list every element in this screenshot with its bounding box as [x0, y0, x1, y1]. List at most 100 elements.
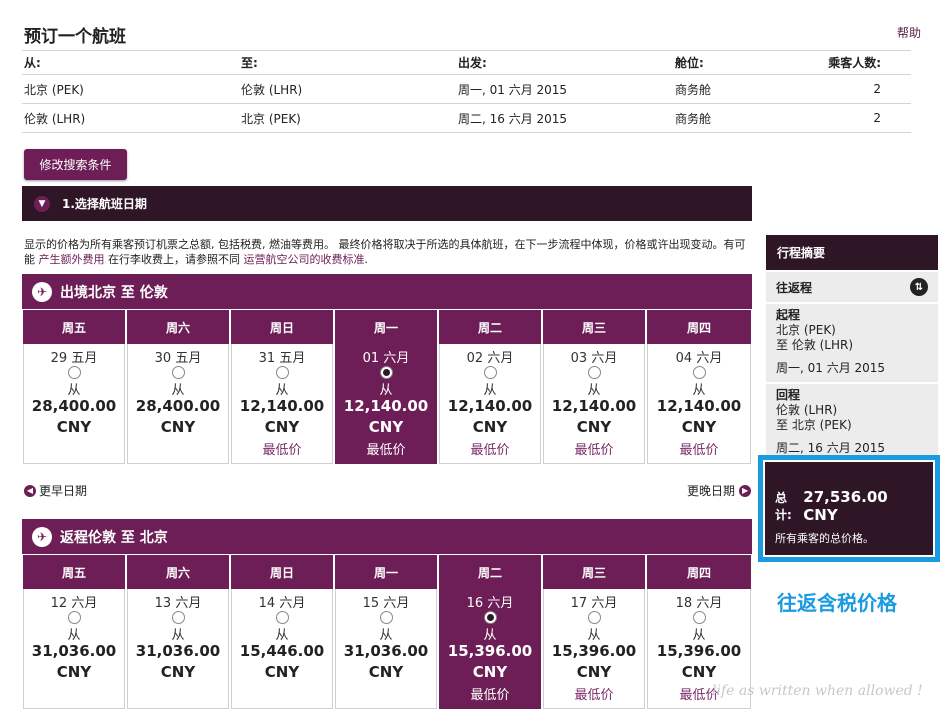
date-option[interactable]: 16 六月从 15,396.00 CNY 最低价: [439, 589, 541, 709]
date-label: 01 六月: [362, 351, 410, 366]
radio-button[interactable]: [587, 366, 601, 379]
date-option[interactable]: 17 六月从 15,396.00 CNY 最低价: [543, 589, 645, 709]
from-label: 从: [275, 628, 289, 643]
radio-button[interactable]: [692, 366, 706, 379]
radio-button[interactable]: [379, 366, 393, 379]
earlier-dates-link[interactable]: ◀ 更早日期: [24, 482, 87, 499]
help-link[interactable]: 帮助: [897, 24, 921, 41]
price-value: 12,140.00: [239, 397, 325, 415]
day-of-week: 周二: [439, 555, 541, 589]
date-option[interactable]: 15 六月从 31,036.00 CNY: [335, 589, 437, 709]
date-option[interactable]: 04 六月从 12,140.00 CNY 最低价: [647, 344, 751, 464]
date-option[interactable]: 29 五月从 28,400.00 CNY: [23, 344, 125, 464]
date-option[interactable]: 14 六月从 15,446.00 CNY: [231, 589, 333, 709]
search-header-row: 从: 至: 出发: 舱位: 乘客人数:: [22, 50, 911, 75]
radio-button[interactable]: [275, 366, 289, 379]
currency-label: CNY: [576, 663, 612, 681]
lowest-price-badge: 最低价: [574, 688, 614, 703]
cell-from: 北京 (PEK): [22, 74, 239, 104]
watermark: life as written when allowed !: [712, 683, 923, 699]
date-column: 周一 01 六月从 12,140.00 CNY 最低价: [335, 310, 439, 464]
day-of-week: 周四: [647, 555, 751, 589]
total-highlight-frame: 总计: 27,536.00 CNY 所有乘客的总价格。: [758, 455, 940, 562]
date-label: 12 六月: [50, 596, 98, 611]
date-column: 周一 15 六月从 31,036.00 CNY: [335, 555, 439, 709]
date-label: 29 五月: [50, 351, 98, 366]
modify-search-button[interactable]: 修改搜索条件: [24, 149, 127, 180]
total-note: 所有乘客的总价格。: [775, 532, 874, 545]
price-value: 31,036.00: [31, 642, 117, 660]
earlier-dates-label: 更早日期: [39, 484, 88, 498]
leg-from: 北京 (PEK): [776, 323, 836, 337]
price-value: 28,400.00: [135, 397, 221, 415]
radio-button[interactable]: [379, 611, 393, 624]
radio-button[interactable]: [483, 366, 497, 379]
price-value: 12,140.00: [343, 397, 429, 415]
price-value: 15,396.00: [447, 642, 533, 660]
cell-depart: 周二, 16 六月 2015: [456, 103, 673, 133]
header-passengers: 乘客人数:: [793, 50, 911, 75]
chevron-down-icon: ▼: [34, 195, 50, 212]
lowest-price-badge: 最低价: [470, 443, 510, 458]
radio-button[interactable]: [275, 611, 289, 624]
lowest-price-badge: [24, 684, 124, 702]
radio-button[interactable]: [692, 611, 706, 624]
radio-button[interactable]: [587, 611, 601, 624]
cell-depart: 周一, 01 六月 2015: [456, 74, 673, 104]
inbound-date-grid: 周五 12 六月从 31,036.00 CNY 周六 13 六月从 31,036.00 CNY…: [23, 555, 752, 709]
price-value: 31,036.00: [135, 642, 221, 660]
date-column: 周四 04 六月从 12,140.00 CNY 最低价: [647, 310, 751, 464]
lowest-price-badge: [232, 684, 332, 702]
date-label: 03 六月: [570, 351, 618, 366]
radio-button[interactable]: [483, 611, 497, 624]
currency-label: CNY: [368, 663, 404, 681]
leg-date: 周二, 16 六月 2015: [776, 441, 886, 455]
radio-button[interactable]: [67, 366, 81, 379]
header-to: 至:: [239, 50, 456, 75]
currency-label: CNY: [681, 663, 717, 681]
date-column: 周六 13 六月从 31,036.00 CNY: [127, 555, 231, 709]
total-value: 27,536.00 CNY: [803, 488, 888, 524]
radio-button[interactable]: [171, 366, 185, 379]
price-value: 31,036.00: [343, 642, 429, 660]
leg-to: 至 北京 (PEK): [776, 418, 852, 432]
lowest-price-badge: 最低价: [679, 443, 719, 458]
currency-label: CNY: [472, 663, 508, 681]
date-label: 04 六月: [675, 351, 723, 366]
page-title: 预订一个航班: [24, 27, 126, 47]
later-dates-label: 更晚日期: [687, 484, 736, 498]
currency-label: CNY: [576, 418, 612, 436]
from-label: 从: [587, 383, 601, 398]
date-option[interactable]: 30 五月从 28,400.00 CNY: [127, 344, 229, 464]
itinerary-summary: 行程摘要 往返程 ⇅ 起程 北京 (PEK) 至 伦敦 (LHR) 周一, 01…: [766, 235, 938, 464]
date-option[interactable]: 01 六月从 12,140.00 CNY 最低价: [335, 344, 437, 464]
from-label: 从: [67, 628, 81, 643]
airline-fees-link[interactable]: 运营航空公司的收费标准: [244, 253, 365, 266]
day-of-week: 周六: [127, 555, 229, 589]
radio-button[interactable]: [67, 611, 81, 624]
currency-label: CNY: [56, 663, 92, 681]
select-dates-section-header[interactable]: ▼ 1.选择航班日期: [22, 186, 752, 221]
cell-to: 北京 (PEK): [239, 103, 456, 133]
date-option[interactable]: 12 六月从 31,036.00 CNY: [23, 589, 125, 709]
notice-text-2: 在行李收费上，请参照不同: [104, 253, 244, 266]
inbound-header: ✈ 返程伦敦 至 北京: [22, 519, 752, 554]
date-option[interactable]: 02 六月从 12,140.00 CNY 最低价: [439, 344, 541, 464]
cell-from: 伦敦 (LHR): [22, 103, 239, 133]
leg-label: 起程: [776, 308, 801, 322]
day-of-week: 周日: [231, 310, 333, 344]
currency-label: CNY: [368, 418, 404, 436]
date-option[interactable]: 31 五月从 12,140.00 CNY 最低价: [231, 344, 333, 464]
date-column: 周二 02 六月从 12,140.00 CNY 最低价: [439, 310, 543, 464]
date-option[interactable]: 13 六月从 31,036.00 CNY: [127, 589, 229, 709]
extra-fees-link[interactable]: 产生额外费用: [39, 253, 105, 266]
day-of-week: 周五: [23, 310, 125, 344]
header-depart: 出发:: [456, 50, 673, 75]
chevron-right-icon: ▶: [739, 484, 752, 497]
total-price-box: 总计: 27,536.00 CNY 所有乘客的总价格。: [765, 462, 933, 555]
later-dates-link[interactable]: 更晚日期 ▶: [687, 482, 752, 499]
table-row: 伦敦 (LHR) 北京 (PEK) 周二, 16 六月 2015 商务舱 2: [22, 103, 911, 133]
date-option[interactable]: 03 六月从 12,140.00 CNY 最低价: [543, 344, 645, 464]
from-label: 从: [275, 383, 289, 398]
radio-button[interactable]: [171, 611, 185, 624]
